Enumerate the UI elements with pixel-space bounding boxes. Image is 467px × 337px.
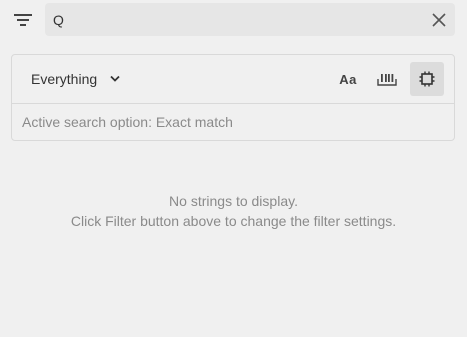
empty-state: No strings to display. Click Filter butt… bbox=[0, 191, 467, 231]
empty-state-hint: Click Filter button above to change the … bbox=[70, 213, 397, 229]
clear-search-button[interactable] bbox=[429, 10, 449, 30]
options-toolbar: Everything Aa bbox=[12, 55, 454, 103]
scope-selected-label: Everything bbox=[31, 71, 98, 87]
filter-icon bbox=[14, 14, 32, 26]
search-options-panel: Everything Aa Active search option: Exac… bbox=[11, 54, 455, 141]
exact-match-button[interactable] bbox=[410, 62, 444, 96]
search-box bbox=[45, 3, 455, 36]
strings-search-panel: Everything Aa bbox=[0, 0, 467, 337]
close-icon bbox=[432, 13, 446, 27]
scope-dropdown[interactable]: Everything bbox=[31, 66, 121, 92]
search-input[interactable] bbox=[53, 3, 413, 36]
empty-state-title: No strings to display. bbox=[169, 193, 298, 209]
active-option-status: Active search option: Exact match bbox=[22, 114, 233, 130]
whole-word-icon bbox=[377, 74, 397, 86]
exact-match-icon bbox=[419, 71, 435, 87]
whole-word-button[interactable] bbox=[370, 62, 404, 96]
match-case-label: Aa bbox=[339, 71, 357, 87]
match-case-button[interactable]: Aa bbox=[331, 62, 365, 96]
panel-divider bbox=[12, 103, 454, 104]
filter-button[interactable] bbox=[9, 7, 37, 33]
chevron-down-icon bbox=[109, 75, 121, 83]
